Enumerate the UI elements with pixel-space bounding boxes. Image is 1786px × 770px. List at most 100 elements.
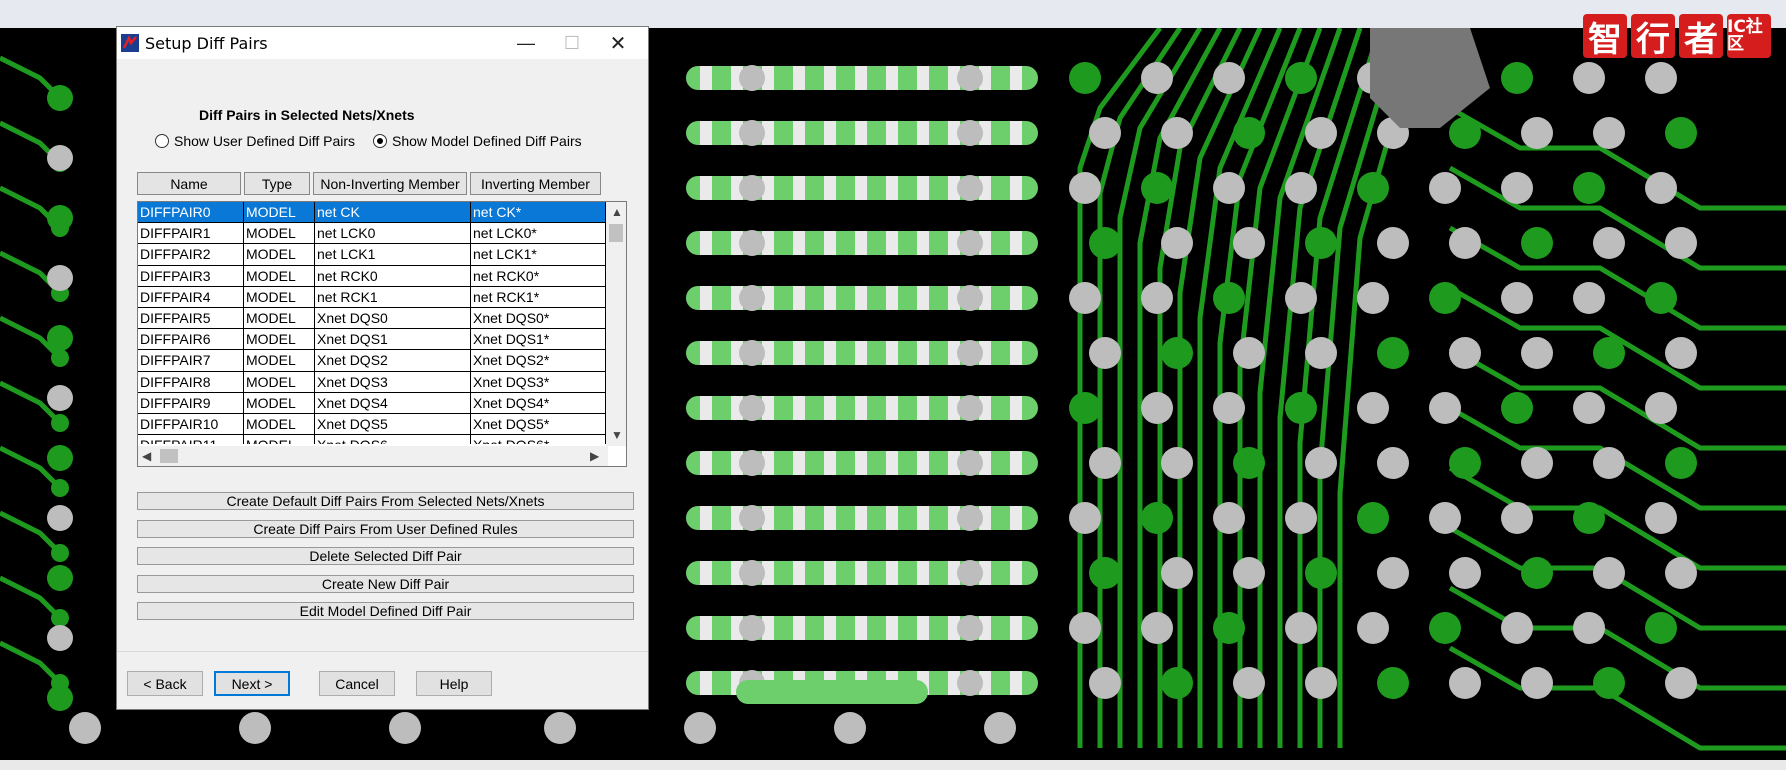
table-cell: net RCK0* <box>471 265 606 287</box>
back-button[interactable]: < Back <box>127 671 203 696</box>
via-pad <box>1213 502 1245 534</box>
scroll-thumb[interactable] <box>609 224 623 242</box>
table-cell: Xnet DQS5 <box>315 413 471 436</box>
via-pad <box>1521 337 1553 369</box>
via-pad <box>1573 282 1605 314</box>
minimize-icon[interactable]: — <box>503 27 549 59</box>
via-pad <box>739 395 765 421</box>
cancel-button[interactable]: Cancel <box>319 671 395 696</box>
via-pad <box>51 479 69 497</box>
via-pad <box>957 65 983 91</box>
scroll-down-icon[interactable]: ▼ <box>611 428 623 442</box>
via-pad <box>957 615 983 641</box>
radio-circle-icon[interactable] <box>373 134 387 148</box>
via-pad <box>389 712 421 744</box>
via-pad <box>1377 667 1409 699</box>
table-row[interactable]: DIFFPAIR11MODELXnet DQS6Xnet DQS6* <box>138 435 606 444</box>
via-pad <box>47 565 73 591</box>
edit-model-diff-pair-button[interactable]: Edit Model Defined Diff Pair <box>137 602 634 620</box>
via-pad <box>1357 392 1389 424</box>
via-pad <box>1285 62 1317 94</box>
vertical-scrollbar[interactable]: ▲ ▼ <box>606 202 626 446</box>
scroll-up-icon[interactable]: ▲ <box>611 205 623 219</box>
column-header-non-inverting[interactable]: Non-Inverting Member <box>313 172 467 195</box>
table-cell: Xnet DQS0* <box>471 307 606 330</box>
radio-circle-icon[interactable] <box>155 134 169 148</box>
column-header-inverting[interactable]: Inverting Member <box>470 172 601 195</box>
via-pad <box>1521 447 1553 479</box>
via-pad <box>1429 172 1461 204</box>
via-pad <box>739 560 765 586</box>
table-cell: Xnet DQS6* <box>471 435 606 444</box>
via-pad <box>1233 557 1265 589</box>
table-row[interactable]: DIFFPAIR10 MODEL Xnet DQS5 Xnet DQS5* <box>138 413 606 436</box>
table-cell: Xnet DQS4 <box>315 392 471 414</box>
via-pad <box>1593 667 1625 699</box>
via-pad <box>1665 117 1697 149</box>
table-row[interactable]: DIFFPAIR8 MODEL Xnet DQS3 Xnet DQS3* <box>138 371 606 393</box>
via-pad <box>834 712 866 744</box>
via-pad <box>1645 392 1677 424</box>
watermark-badge: IC社区 <box>1727 14 1771 58</box>
scroll-thumb[interactable] <box>160 449 178 463</box>
via-pad <box>1501 282 1533 314</box>
via-pad <box>1357 612 1389 644</box>
via-pad <box>739 615 765 641</box>
via-pad <box>739 120 765 146</box>
radio-model-defined[interactable]: Show Model Defined Diff Pairs <box>373 133 582 149</box>
via-pad <box>1285 612 1317 644</box>
via-pad <box>1645 172 1677 204</box>
table-cell: net LCK1 <box>315 244 471 266</box>
via-pad <box>1213 62 1245 94</box>
table-cell: net RCK1 <box>315 286 471 308</box>
table-row[interactable]: DIFFPAIR5 MODEL Xnet DQS0 Xnet DQS0* <box>138 307 606 330</box>
via-pad <box>1285 502 1317 534</box>
via-pad <box>957 395 983 421</box>
table-cell: Xnet DQS5* <box>471 413 606 436</box>
radio-user-defined[interactable]: Show User Defined Diff Pairs <box>155 133 355 149</box>
dialog-titlebar[interactable]: Setup Diff Pairs — ☐ ✕ <box>117 27 648 59</box>
table-row[interactable]: DIFFPAIR7 MODEL Xnet DQS2 Xnet DQS2* <box>138 350 606 372</box>
scroll-right-icon[interactable]: ▶ <box>590 449 599 463</box>
next-button[interactable]: Next > <box>214 671 290 696</box>
table-cell: MODEL <box>244 265 315 287</box>
table-row[interactable]: DIFFPAIR3 MODEL net RCK0 net RCK0* <box>138 265 606 287</box>
table-cell: MODEL <box>244 244 315 266</box>
via-pad <box>1089 337 1121 369</box>
via-pad <box>1357 172 1389 204</box>
horizontal-scrollbar[interactable]: ◀ ▶ <box>138 446 608 466</box>
table-row[interactable]: DIFFPAIR0 MODEL net CK net CK* <box>138 202 606 224</box>
diff-pairs-table[interactable]: DIFFPAIR0 MODEL net CK net CK* DIFFPAIR1 MODE… <box>137 201 627 467</box>
column-header-type[interactable]: Type <box>244 172 310 195</box>
via-pad <box>1665 227 1697 259</box>
column-header-name[interactable]: Name <box>137 172 241 195</box>
via-pad <box>69 712 101 744</box>
create-default-diff-pairs-button[interactable]: Create Default Diff Pairs From Selected … <box>137 492 634 510</box>
create-new-diff-pair-button[interactable]: Create New Diff Pair <box>137 575 634 593</box>
table-cell: DIFFPAIR9 <box>138 392 244 414</box>
via-pad <box>1449 337 1481 369</box>
table-row[interactable]: DIFFPAIR4 MODEL net RCK1 net RCK1* <box>138 286 606 308</box>
radio-label: Show User Defined Diff Pairs <box>174 133 356 149</box>
table-cell: MODEL <box>244 413 315 436</box>
table-body: DIFFPAIR0 MODEL net CK net CK* DIFFPAIR1 MODE… <box>138 202 606 444</box>
status-strip <box>0 760 1786 770</box>
via-pad <box>1501 502 1533 534</box>
via-pad <box>739 450 765 476</box>
scroll-left-icon[interactable]: ◀ <box>142 449 151 463</box>
table-cell: DIFFPAIR7 <box>138 350 244 372</box>
table-row[interactable]: DIFFPAIR6 MODEL Xnet DQS1 Xnet DQS1* <box>138 329 606 351</box>
close-icon[interactable]: ✕ <box>595 27 641 59</box>
watermark-char: 行 <box>1631 14 1675 60</box>
delete-selected-diff-pair-button[interactable]: Delete Selected Diff Pair <box>137 547 634 565</box>
help-button[interactable]: Help <box>416 671 492 696</box>
table-row[interactable]: DIFFPAIR1 MODEL net LCK0 net LCK0* <box>138 223 606 245</box>
table-cell: Xnet DQS1* <box>471 329 606 351</box>
via-pad <box>1233 337 1265 369</box>
create-from-user-rules-button[interactable]: Create Diff Pairs From User Defined Rule… <box>137 520 634 538</box>
table-row[interactable]: DIFFPAIR2 MODEL net LCK1 net LCK1* <box>138 244 606 266</box>
via-pad <box>1665 447 1697 479</box>
via-pad <box>957 340 983 366</box>
table-row[interactable]: DIFFPAIR9 MODEL Xnet DQS4 Xnet DQS4* <box>138 392 606 414</box>
table-cell: net RCK0 <box>315 265 471 287</box>
